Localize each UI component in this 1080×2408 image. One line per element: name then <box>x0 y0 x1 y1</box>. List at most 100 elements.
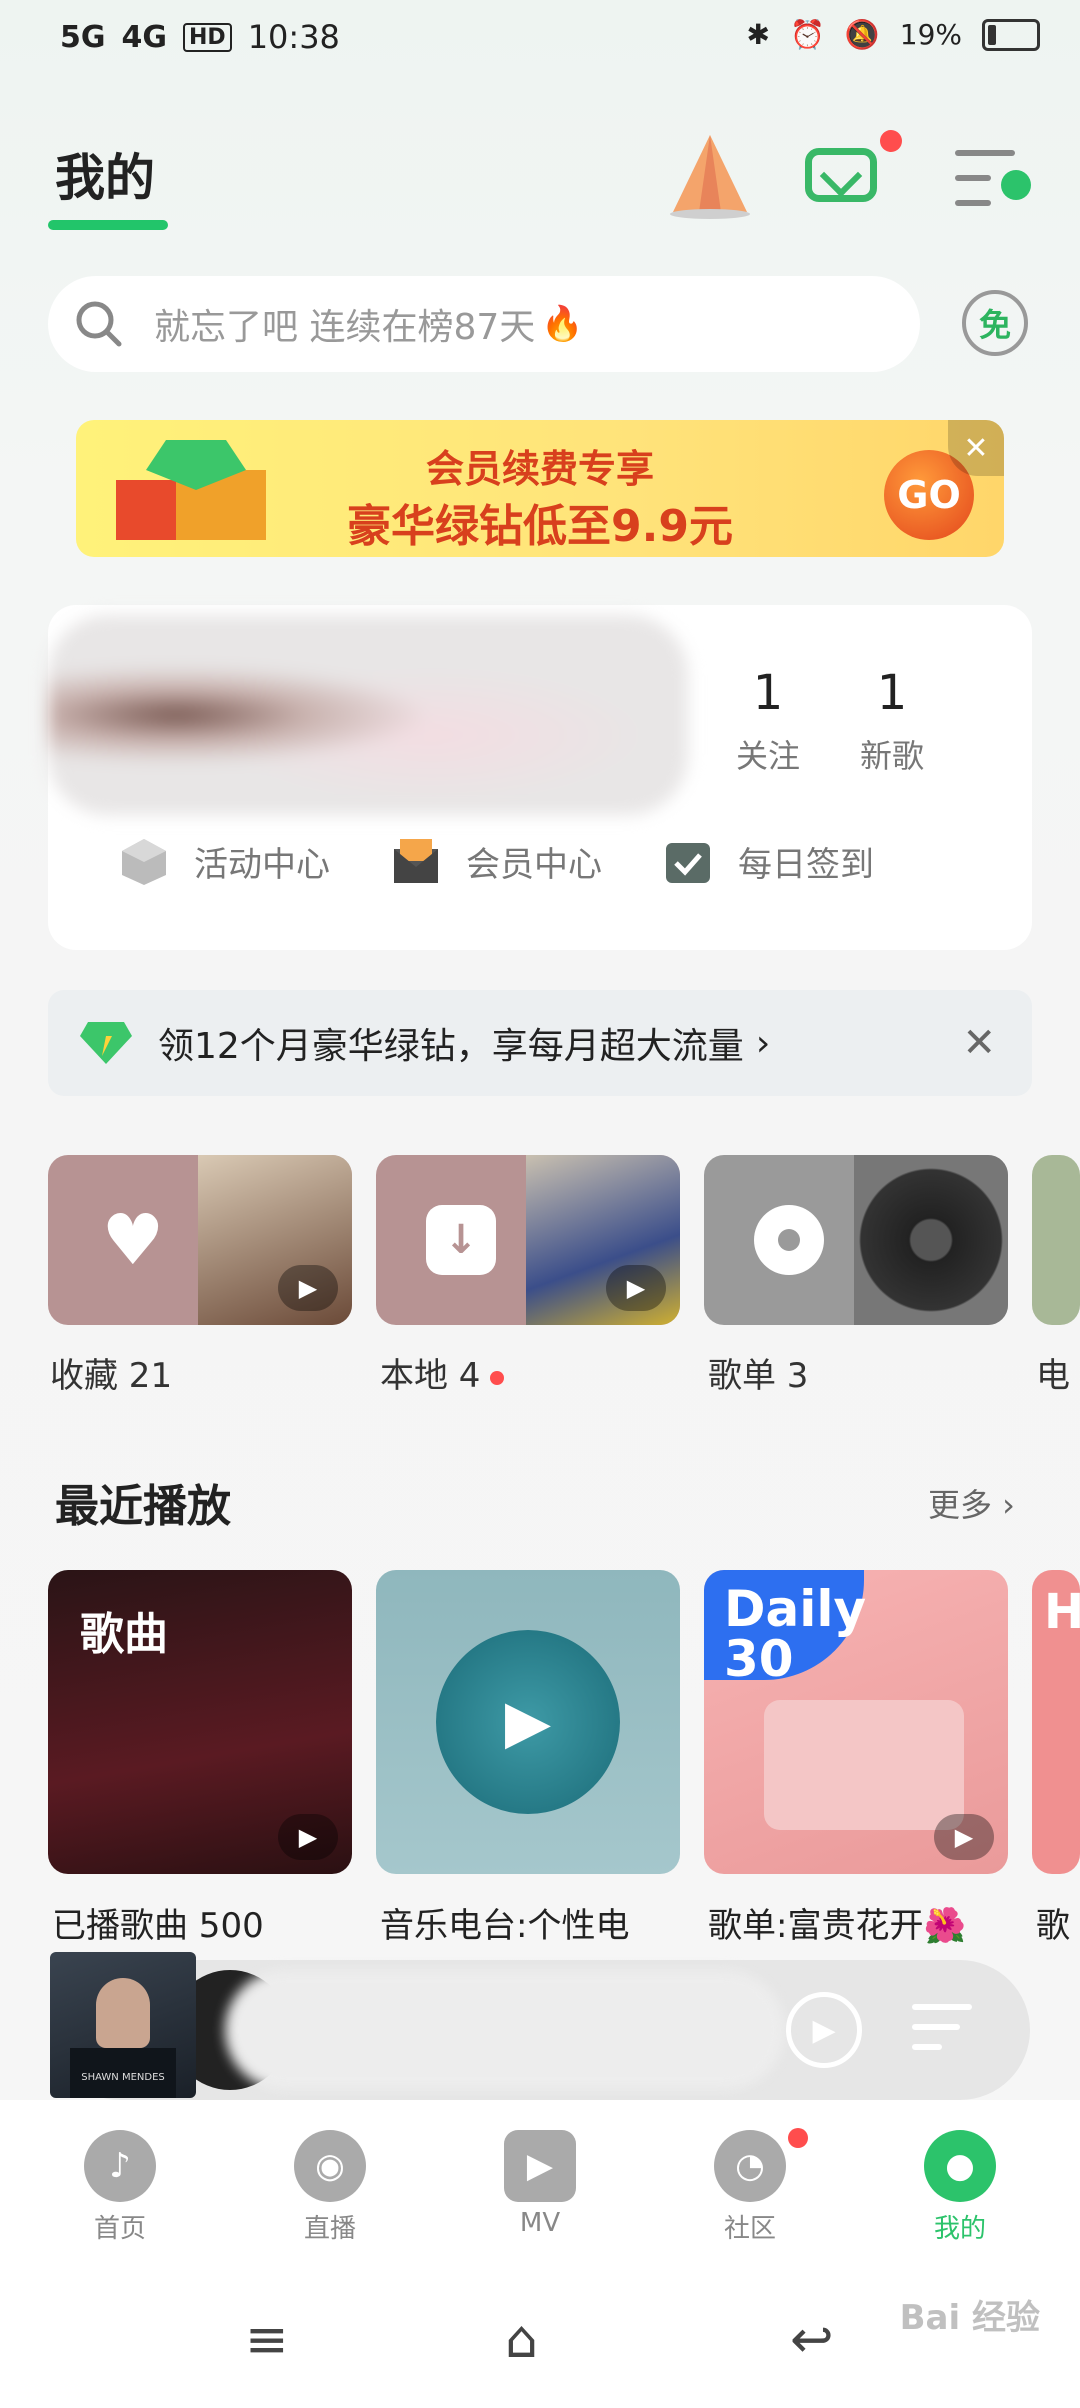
playlist-icon[interactable] <box>912 2000 978 2060</box>
daily30-tile[interactable]: Daily 30 ▶ <box>704 1570 1008 1874</box>
recent-songs-overlay: 歌曲 <box>80 1609 168 1660</box>
play-icon[interactable]: ▶ <box>606 1265 666 1311</box>
page-title[interactable]: 我的 <box>55 138 155 210</box>
tent-icon[interactable] <box>665 130 755 220</box>
signal-4g: 4G <box>121 19 168 55</box>
mini-player[interactable]: SHAWN MENDES ▶ <box>50 1952 1030 2100</box>
album-cover[interactable]: SHAWN MENDES <box>50 1952 196 2098</box>
playlists-label: 歌单 3 <box>708 1356 809 1396</box>
mail-icon[interactable] <box>805 148 877 202</box>
radio-illustration <box>764 1700 964 1830</box>
vip-banner[interactable]: 会员续费专享 豪华绿钻低至9.9元 GO ✕ <box>76 420 1004 557</box>
tab-live[interactable]: ◉ 直播 <box>260 2130 400 2245</box>
tab-bar: ♪ 首页 ◉ 直播 ▶ MV ◔ 社区 ● 我的 <box>0 2100 1080 2250</box>
battery-icon <box>982 18 1040 51</box>
promo-text: 领12个月豪华绿钻，享每月超大流量 <box>158 1026 744 1067</box>
daily-checkin-link[interactable]: 每日签到 <box>662 835 874 887</box>
download-icon: ↓ <box>426 1205 496 1275</box>
daily30-label: 歌单:富贵花开🌺 <box>708 1906 966 1946</box>
home-icon[interactable]: ⌂ <box>505 2310 538 2370</box>
play-icon[interactable]: ▶ <box>934 1814 994 1860</box>
tab-live-label: 直播 <box>303 2214 356 2244</box>
title-underline <box>48 220 168 230</box>
tab-home-label: 首页 <box>93 2214 146 2244</box>
banner-line2: 豪华绿钻低至9.9元 <box>347 501 733 552</box>
disc-icon <box>754 1205 824 1275</box>
menu-icon[interactable]: ≡ <box>245 2310 289 2370</box>
calendar-check-icon <box>666 843 710 883</box>
avatar[interactable] <box>48 615 688 815</box>
search-placeholder: 就忘了吧 连续在榜87天 <box>154 307 536 348</box>
profile-card: 1 关注 1 新歌 活动中心 会员中心 每日签到 <box>48 605 1032 950</box>
free-mode-button[interactable]: 免 <box>962 290 1028 356</box>
tab-community-label: 社区 <box>723 2214 776 2244</box>
promo-close-button[interactable]: ✕ <box>962 1020 996 1066</box>
local-tile[interactable]: ↓ ▶ <box>376 1155 680 1325</box>
eye-icon: ◉ <box>294 2130 366 2202</box>
local-label: 本地 4 <box>380 1348 505 1397</box>
back-icon[interactable]: ↩ <box>790 2310 834 2370</box>
play-icon: ▶ <box>504 2130 576 2202</box>
tab-home[interactable]: ♪ 首页 <box>50 2130 190 2245</box>
tab-mv[interactable]: ▶ MV <box>470 2130 610 2238</box>
radio-station-tile[interactable]: ▶ <box>376 1570 680 1874</box>
play-icon[interactable]: ▶ <box>278 1265 338 1311</box>
alarm-icon: ⏰ <box>790 18 825 51</box>
battery-text: 19% <box>899 18 962 51</box>
signal-5g: 5G <box>60 19 106 55</box>
notification-dot <box>880 130 902 152</box>
follow-stat[interactable]: 1 关注 <box>708 665 828 777</box>
banner-close-button[interactable]: ✕ <box>948 420 1004 476</box>
new-songs-count: 1 <box>876 665 908 721</box>
cube-icon <box>122 839 166 885</box>
diamond-icon <box>80 1022 132 1064</box>
settings-menu-icon[interactable] <box>955 148 1035 208</box>
daily-checkin-label: 每日签到 <box>738 844 874 885</box>
community-icon: ◔ <box>714 2130 786 2202</box>
new-envelope-icon <box>394 839 438 883</box>
favorites-tile[interactable]: ♥ ▶ <box>48 1155 352 1325</box>
radio-label: 电 <box>1036 1356 1070 1396</box>
more-link[interactable]: 更多 › <box>928 1480 1015 1526</box>
recent-songs-tile[interactable]: 歌曲 ▶ <box>48 1570 352 1874</box>
search-input[interactable]: 就忘了吧 连续在榜87天 🔥 <box>48 276 920 372</box>
vip-center-link[interactable]: 会员中心 <box>390 835 602 887</box>
radio-station-label: 音乐电台:个性电 <box>380 1906 630 1946</box>
banner-line1: 会员续费专享 <box>425 447 654 491</box>
person-icon: ● <box>924 2130 996 2202</box>
community-dot <box>788 2128 808 2148</box>
tab-mine-label: 我的 <box>933 2214 986 2244</box>
tab-mine[interactable]: ● 我的 <box>890 2130 1030 2245</box>
activity-center-link[interactable]: 活动中心 <box>118 835 330 887</box>
new-songs-stat[interactable]: 1 新歌 <box>832 665 952 777</box>
search-icon <box>76 301 122 347</box>
play-pause-button[interactable]: ▶ <box>786 1992 862 2068</box>
heart-icon: ♥ <box>101 1199 165 1281</box>
favorites-label: 收藏 21 <box>50 1356 173 1396</box>
profile-links: 活动中心 会员中心 每日签到 <box>118 835 874 887</box>
daily30-overlay: Daily 30 <box>724 1580 867 1688</box>
more-playlist-label: 歌 <box>1036 1906 1070 1946</box>
vip-center-label: 会员中心 <box>466 844 602 885</box>
tab-mv-label: MV <box>519 2208 561 2238</box>
new-songs-label: 新歌 <box>859 737 924 775</box>
new-dot <box>490 1370 505 1385</box>
chevron-right-icon: › <box>755 1022 771 1064</box>
status-bar: 5G 4G HD 10:38 ✱ ⏰ 🔕 19% <box>0 0 1080 80</box>
album-cover-text: SHAWN MENDES <box>81 2072 165 2083</box>
play-icon[interactable]: ▶ <box>278 1814 338 1860</box>
more-playlist-overlay: H <box>1044 1584 1080 1640</box>
clock: 10:38 <box>247 18 340 56</box>
playlists-tile[interactable] <box>704 1155 1008 1325</box>
follow-label: 关注 <box>735 737 800 775</box>
play-icon[interactable]: ▶ <box>436 1630 620 1814</box>
fire-icon: 🔥 <box>541 304 584 344</box>
song-info[interactable] <box>225 1970 785 2090</box>
promo-strip[interactable]: 领12个月豪华绿钻，享每月超大流量 › ✕ <box>48 990 1032 1096</box>
radio-tile[interactable] <box>1032 1155 1080 1325</box>
mute-icon: 🔕 <box>844 18 880 51</box>
hd-badge: HD <box>183 22 232 52</box>
recent-songs-label: 已播歌曲 500 <box>52 1906 264 1946</box>
follow-count: 1 <box>752 665 784 721</box>
more-playlist-tile[interactable]: H <box>1032 1570 1080 1874</box>
